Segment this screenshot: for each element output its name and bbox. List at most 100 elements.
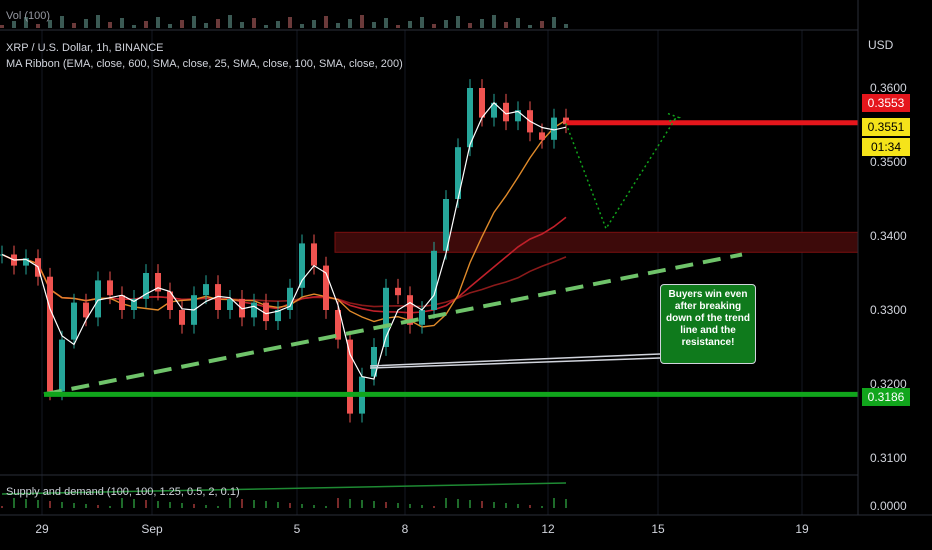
- volume-bar: [324, 16, 328, 28]
- price-chart[interactable]: 0.36000.35000.34000.33000.32000.31000.00…: [0, 0, 932, 550]
- supply-demand-bar: [217, 506, 219, 508]
- volume-label: Vol (100): [6, 10, 51, 22]
- candle-body: [539, 132, 545, 140]
- supply-demand-bar: [157, 501, 159, 508]
- volume-bar: [84, 19, 88, 28]
- supply-demand-bar: [13, 498, 15, 508]
- candle-body: [179, 310, 185, 325]
- volume-bar: [252, 18, 256, 28]
- supply-demand-bar: [229, 498, 231, 508]
- time-tick-label: 8: [402, 522, 409, 536]
- volume-bar: [480, 19, 484, 28]
- supply-demand-bar: [253, 500, 255, 508]
- supply-demand-bar: [349, 499, 351, 508]
- candle-body: [83, 302, 89, 318]
- supply-demand-bar: [1, 506, 3, 508]
- price-tick-label: 0.3600: [870, 81, 907, 95]
- volume-bar: [372, 22, 376, 28]
- candle-body: [311, 243, 317, 266]
- supply-demand-bar: [385, 502, 387, 508]
- supply-demand-bar: [61, 502, 63, 508]
- candle-body: [107, 280, 113, 296]
- price-tick-label: 0.3400: [870, 229, 907, 243]
- volume-bar: [60, 16, 64, 28]
- volume-bar: [420, 17, 424, 28]
- candle-body: [551, 117, 557, 140]
- candle-body: [467, 88, 473, 148]
- volume-bar: [0, 25, 4, 28]
- volume-bar: [468, 23, 472, 28]
- volume-bar: [528, 25, 532, 28]
- supply-demand-bar: [505, 503, 507, 508]
- volume-bar: [516, 18, 520, 28]
- indicator-title: MA Ribbon (EMA, close, 600, SMA, close, …: [6, 58, 403, 70]
- volume-bar: [288, 17, 292, 28]
- supply-demand-bar: [85, 504, 87, 508]
- candle-body: [71, 302, 77, 340]
- supply-demand-bar: [541, 506, 543, 508]
- supply-demand-bar: [121, 498, 123, 508]
- supply-demand-bar: [565, 499, 567, 508]
- volume-bar: [348, 19, 352, 28]
- supply-demand-bar: [145, 500, 147, 508]
- supply-demand-bar: [109, 506, 111, 508]
- candle-body: [227, 298, 233, 310]
- candle-body: [95, 280, 101, 318]
- sub-pane-tick-label: 0.0000: [870, 499, 907, 513]
- volume-bar: [540, 21, 544, 28]
- candle-body: [431, 250, 437, 310]
- volume-bar: [336, 23, 340, 28]
- time-tick-label: 5: [294, 522, 301, 536]
- supply-demand-bar: [49, 501, 51, 508]
- price-tick-label: 0.3100: [870, 451, 907, 465]
- supply-demand-bar: [193, 504, 195, 508]
- volume-bar: [168, 24, 172, 28]
- supply-demand-bar: [361, 500, 363, 508]
- supply-demand-bar: [337, 498, 339, 508]
- volume-bar: [120, 18, 124, 28]
- last-price-badge: 0.3551: [862, 118, 910, 136]
- volume-bar: [204, 23, 208, 28]
- candle-body: [347, 339, 353, 414]
- supply-demand-bar: [37, 500, 39, 508]
- volume-bar: [360, 15, 364, 28]
- supply-demand-bar: [289, 503, 291, 508]
- supply-demand-bar: [397, 503, 399, 508]
- volume-bar: [156, 17, 160, 28]
- volume-bar: [240, 22, 244, 28]
- supply-demand-bar: [181, 503, 183, 508]
- supply-demand-bar: [457, 499, 459, 508]
- volume-bar: [432, 24, 436, 28]
- support-price-badge: 0.3186: [862, 388, 910, 406]
- supply-demand-bar: [97, 505, 99, 508]
- time-tick-label: 12: [541, 522, 555, 536]
- volume-bar: [36, 24, 40, 28]
- price-tick-label: 0.3300: [870, 303, 907, 317]
- annotation-callout[interactable]: Buyers win even after breaking down of t…: [660, 284, 756, 364]
- supply-demand-bar: [517, 504, 519, 508]
- supply-demand-bar: [277, 502, 279, 508]
- candle-body: [419, 310, 425, 325]
- volume-bar: [180, 20, 184, 28]
- time-tick-label: 15: [651, 522, 665, 536]
- volume-bar: [564, 24, 568, 28]
- volume-bar: [492, 15, 496, 28]
- supply-demand-bar: [241, 499, 243, 508]
- volume-bar: [216, 19, 220, 28]
- supply-demand-bar: [493, 502, 495, 508]
- supply-demand-bar: [25, 499, 27, 508]
- volume-bar: [228, 15, 232, 28]
- supply-demand-bar: [421, 505, 423, 508]
- supply-demand-bar: [313, 505, 315, 508]
- candle-body: [395, 287, 401, 296]
- supply-demand-bar: [553, 498, 555, 508]
- time-tick-label: 29: [35, 522, 49, 536]
- volume-bar: [276, 21, 280, 28]
- currency-label: USD: [868, 38, 894, 52]
- candle-body: [479, 88, 485, 118]
- resistance-zone: [334, 231, 859, 253]
- resistance-price-badge: 0.3553: [862, 94, 910, 112]
- supply-demand-bar: [481, 501, 483, 508]
- candle-body: [251, 302, 257, 318]
- volume-bar: [444, 20, 448, 28]
